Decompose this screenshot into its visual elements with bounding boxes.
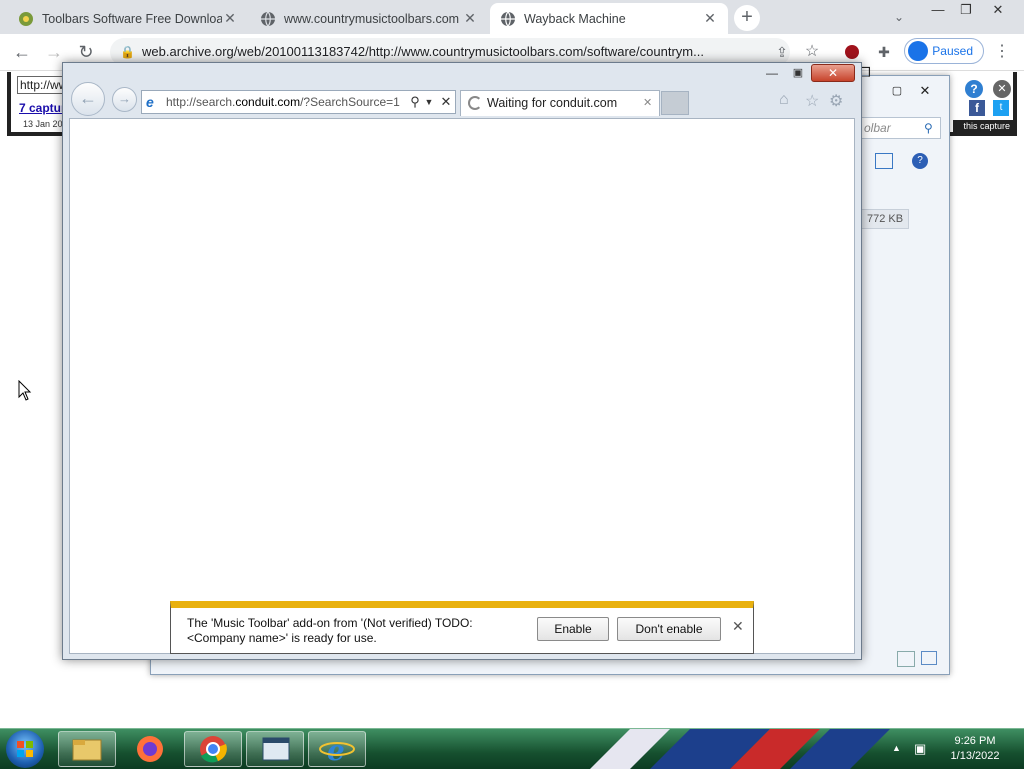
globe-icon bbox=[500, 11, 516, 27]
taskbar: e ▲ ▣ 9:26 PM 1/13/2022 bbox=[0, 728, 1024, 769]
loading-spinner-icon bbox=[468, 96, 482, 110]
tab-wayback-machine[interactable]: Wayback Machine ✕ bbox=[490, 3, 728, 34]
forward-button[interactable]: → bbox=[42, 40, 66, 64]
help-icon[interactable]: ? bbox=[912, 153, 928, 169]
firefox-taskbar-button[interactable] bbox=[122, 731, 180, 767]
profile-paused-button[interactable]: Paused bbox=[904, 38, 984, 64]
about-capture-label: this capture bbox=[953, 120, 1013, 133]
help-icon[interactable]: ? bbox=[965, 80, 983, 98]
back-button[interactable]: ← bbox=[10, 40, 34, 64]
close-tab-icon[interactable]: ✕ bbox=[222, 10, 238, 27]
clock-date: 1/13/2022 bbox=[950, 750, 1000, 762]
avatar bbox=[908, 41, 928, 61]
bg-search-input[interactable]: olbar ⚲ bbox=[859, 117, 941, 139]
profile-label: Paused bbox=[932, 44, 973, 58]
ie-address-url: http://search.conduit.com/?SearchSource=… bbox=[166, 95, 400, 109]
ie-minimize-button[interactable]: — bbox=[759, 65, 785, 83]
search-icon[interactable]: ⚲ bbox=[924, 118, 933, 138]
close-tab-icon[interactable]: ✕ bbox=[462, 10, 478, 27]
app-taskbar-button[interactable] bbox=[246, 731, 304, 767]
close-tab-icon[interactable]: ✕ bbox=[643, 91, 652, 115]
new-tab-button[interactable]: + bbox=[734, 5, 760, 31]
chrome-tab-strip: Toolbars Software Free Downloa ✕ www.cou… bbox=[0, 0, 1024, 34]
details-view-icon[interactable] bbox=[897, 651, 915, 667]
stop-icon[interactable]: ✕ bbox=[437, 92, 455, 112]
explorer-icon bbox=[72, 739, 102, 761]
dont-enable-button[interactable]: Don't enable bbox=[617, 617, 721, 641]
chrome-taskbar-button[interactable] bbox=[184, 731, 242, 767]
capture-date: 13 Jan 20 bbox=[23, 119, 63, 129]
favorites-star-icon[interactable]: ☆ bbox=[805, 91, 819, 111]
extension-red-icon[interactable] bbox=[840, 40, 864, 64]
network-icon[interactable]: ▣ bbox=[914, 741, 930, 757]
addon-notification-bar: The 'Music Toolbar' add-on from '(Not ve… bbox=[170, 601, 754, 654]
chrome-icon bbox=[200, 736, 227, 763]
captures-link[interactable]: 7 captur bbox=[19, 101, 66, 115]
bookmark-star-icon[interactable]: ☆ bbox=[800, 40, 824, 64]
share-icon[interactable]: ⇪ bbox=[770, 40, 794, 64]
start-orb-icon[interactable] bbox=[6, 730, 44, 768]
puzzle-icon[interactable]: ✚ bbox=[872, 40, 896, 64]
ie-forward-button[interactable]: → bbox=[112, 87, 137, 112]
explorer-taskbar-button[interactable] bbox=[58, 731, 116, 767]
gear-icon[interactable]: ⚙ bbox=[829, 91, 843, 111]
tab-title: www.countrymusictoolbars.com bbox=[284, 11, 460, 26]
mouse-cursor-icon bbox=[18, 380, 32, 401]
svg-text:e: e bbox=[327, 734, 345, 766]
firefox-icon bbox=[137, 736, 163, 762]
bg-search-placeholder: olbar bbox=[864, 121, 891, 135]
ie-page-icon: e bbox=[146, 94, 154, 110]
ie-tab-title: Waiting for conduit.com bbox=[487, 96, 618, 110]
search-icon[interactable]: ⚲ bbox=[405, 92, 425, 112]
tab-toolbars-software[interactable]: Toolbars Software Free Downloa ✕ bbox=[8, 3, 248, 34]
ie-window: — ▣ ✕ ← → e http://search.conduit.com/?S… bbox=[62, 62, 862, 660]
app-icon bbox=[262, 737, 290, 761]
ie-tab-active[interactable]: Waiting for conduit.com ✕ bbox=[460, 90, 660, 116]
ie-back-button[interactable]: ← bbox=[71, 82, 105, 116]
maximize-button[interactable]: ❐ bbox=[950, 0, 982, 20]
close-icon[interactable]: ✕ bbox=[993, 80, 1011, 98]
close-notification-icon[interactable]: ✕ bbox=[732, 618, 744, 635]
bg-close-icon[interactable]: ✕ bbox=[911, 82, 939, 100]
globe-icon bbox=[260, 11, 276, 27]
ie-close-button[interactable]: ✕ bbox=[811, 64, 855, 82]
facebook-icon[interactable]: f bbox=[969, 100, 985, 116]
ie-taskbar-button[interactable]: e bbox=[308, 731, 366, 767]
clock[interactable]: 9:26 PM 1/13/2022 bbox=[940, 734, 1010, 764]
ie-restore-button[interactable]: ▣ bbox=[785, 65, 811, 83]
ie-content-area[interactable] bbox=[69, 118, 855, 654]
address-url: web.archive.org/web/20100113183742/http:… bbox=[142, 44, 704, 59]
bg-restore-icon[interactable]: ▢ bbox=[883, 82, 911, 100]
preview-view-icon[interactable] bbox=[921, 651, 937, 665]
clock-time: 9:26 PM bbox=[954, 735, 996, 747]
close-window-button[interactable]: ✕ bbox=[982, 0, 1014, 20]
notification-message: The 'Music Toolbar' add-on from '(Not ve… bbox=[187, 616, 473, 645]
toolbar-favicon-icon bbox=[18, 11, 34, 27]
menu-kebab-icon[interactable]: ⋮ bbox=[990, 40, 1014, 64]
pane-icon[interactable] bbox=[875, 153, 893, 169]
tab-countrymusictoolbars[interactable]: www.countrymusictoolbars.com ✕ bbox=[250, 3, 488, 34]
tab-search-chevron-icon[interactable]: ⌄ bbox=[886, 5, 912, 29]
close-tab-icon[interactable]: ✕ bbox=[702, 10, 718, 27]
twitter-icon[interactable]: t bbox=[993, 100, 1009, 116]
reload-button[interactable]: ↻ bbox=[74, 40, 98, 64]
tab-title: Wayback Machine bbox=[524, 11, 626, 26]
file-size: 772 KB bbox=[861, 209, 909, 229]
dropdown-arrow-icon[interactable]: ▼ bbox=[423, 92, 435, 112]
enable-button[interactable]: Enable bbox=[537, 617, 609, 641]
tab-title: Toolbars Software Free Downloa bbox=[42, 11, 222, 26]
wallpaper-decoration bbox=[590, 729, 890, 769]
ie-new-tab-button[interactable] bbox=[661, 91, 689, 115]
home-icon[interactable]: ⌂ bbox=[779, 91, 789, 109]
show-hidden-icons[interactable]: ▲ bbox=[892, 743, 901, 753]
ie-icon: e bbox=[319, 734, 355, 767]
